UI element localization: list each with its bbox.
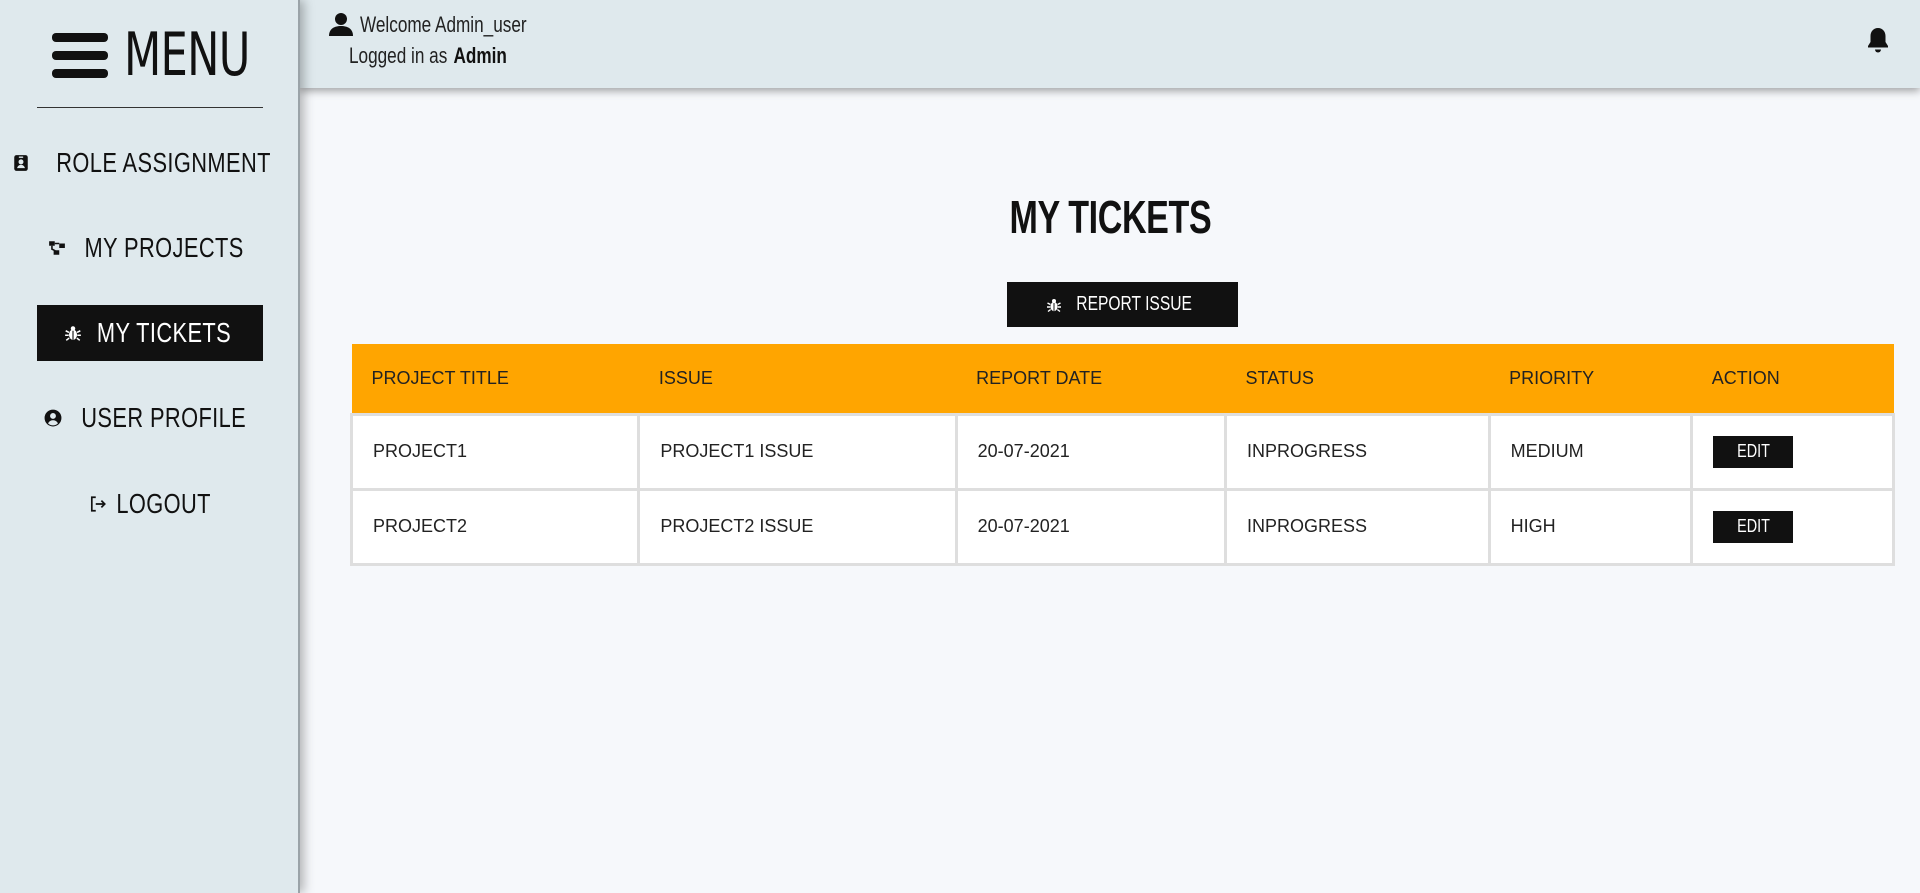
hamburger-icon[interactable] xyxy=(52,30,108,80)
page-title-text: MY TICKETS xyxy=(1009,191,1211,243)
cell-action: EDIT xyxy=(1690,487,1895,566)
cell-issue: PROJECT2 ISSUE xyxy=(637,487,958,566)
column-header-issue: ISSUE xyxy=(638,344,957,414)
report-issue-label: REPORT ISSUE xyxy=(1076,293,1193,315)
logout-icon xyxy=(89,495,107,513)
user-circle-icon xyxy=(44,409,62,427)
edit-button[interactable]: EDIT xyxy=(1713,435,1794,468)
sidebar-item-label: USER PROFILE xyxy=(81,402,247,433)
user-role: Admin xyxy=(453,43,507,68)
sidebar: MENU ROLE ASSIGNMENT MY PROJECTS MY TICK… xyxy=(0,0,300,893)
sidebar-item-my-tickets[interactable]: MY TICKETS xyxy=(37,305,263,361)
sidebar-item-my-projects[interactable]: MY PROJECTS xyxy=(37,220,263,276)
cell-priority: HIGH xyxy=(1487,487,1694,566)
sidebar-item-label: ROLE ASSIGNMENT xyxy=(56,147,272,178)
menu-divider xyxy=(37,107,263,108)
cell-project: PROJECT2 xyxy=(349,487,641,566)
sidebar-item-label: MY TICKETS xyxy=(96,317,232,348)
table-header-row: PROJECT TITLE ISSUE REPORT DATE STATUS P… xyxy=(351,344,1894,414)
cell-status: INPROGRESS xyxy=(1224,487,1491,566)
bug-icon xyxy=(64,324,82,342)
tickets-table: PROJECT TITLE ISSUE REPORT DATE STATUS P… xyxy=(349,344,1895,566)
cell-action: EDIT xyxy=(1690,412,1895,491)
table-row: PROJECT2 PROJECT2 ISSUE 20-07-2021 INPRO… xyxy=(349,487,1895,566)
sidebar-item-label: LOGOUT xyxy=(116,488,212,519)
cell-date: 20-07-2021 xyxy=(954,412,1228,491)
cell-project: PROJECT1 xyxy=(349,412,641,491)
edit-label: EDIT xyxy=(1736,441,1770,461)
id-badge-icon xyxy=(12,154,30,172)
sidebar-item-logout[interactable]: LOGOUT xyxy=(37,476,263,532)
sidebar-item-role-assignment[interactable]: ROLE ASSIGNMENT xyxy=(14,135,271,191)
table-row: PROJECT1 PROJECT1 ISSUE 20-07-2021 INPRO… xyxy=(349,412,1895,491)
report-issue-button[interactable]: REPORT ISSUE xyxy=(1007,282,1238,327)
welcome-text: Welcome Admin_user xyxy=(360,12,527,37)
project-diagram-icon xyxy=(48,239,66,257)
bug-icon xyxy=(1046,297,1062,313)
menu-title: MENU xyxy=(124,20,250,90)
column-header-status: STATUS xyxy=(1225,344,1490,414)
page-title: MY TICKETS xyxy=(300,190,1920,244)
cell-issue: PROJECT1 ISSUE xyxy=(637,412,958,491)
logged-in-prefix: Logged in as xyxy=(349,43,448,68)
bell-icon[interactable] xyxy=(1866,26,1890,54)
sidebar-item-label: MY PROJECTS xyxy=(84,232,244,263)
menu-header: MENU xyxy=(52,20,298,90)
column-header-action: ACTION xyxy=(1691,344,1894,414)
edit-button[interactable]: EDIT xyxy=(1713,510,1794,543)
column-header-report-date: REPORT DATE xyxy=(956,344,1226,414)
sidebar-item-user-profile[interactable]: USER PROFILE xyxy=(37,390,263,446)
cell-date: 20-07-2021 xyxy=(954,487,1228,566)
column-header-priority: PRIORITY xyxy=(1489,344,1692,414)
cell-priority: MEDIUM xyxy=(1487,412,1694,491)
edit-label: EDIT xyxy=(1736,516,1770,536)
user-icon xyxy=(328,12,354,36)
cell-status: INPROGRESS xyxy=(1224,412,1491,491)
column-header-project-title: PROJECT TITLE xyxy=(351,344,639,414)
logged-in-text: Logged in as Admin xyxy=(349,43,507,69)
top-header: Welcome Admin_user Logged in as Admin xyxy=(300,0,1920,88)
